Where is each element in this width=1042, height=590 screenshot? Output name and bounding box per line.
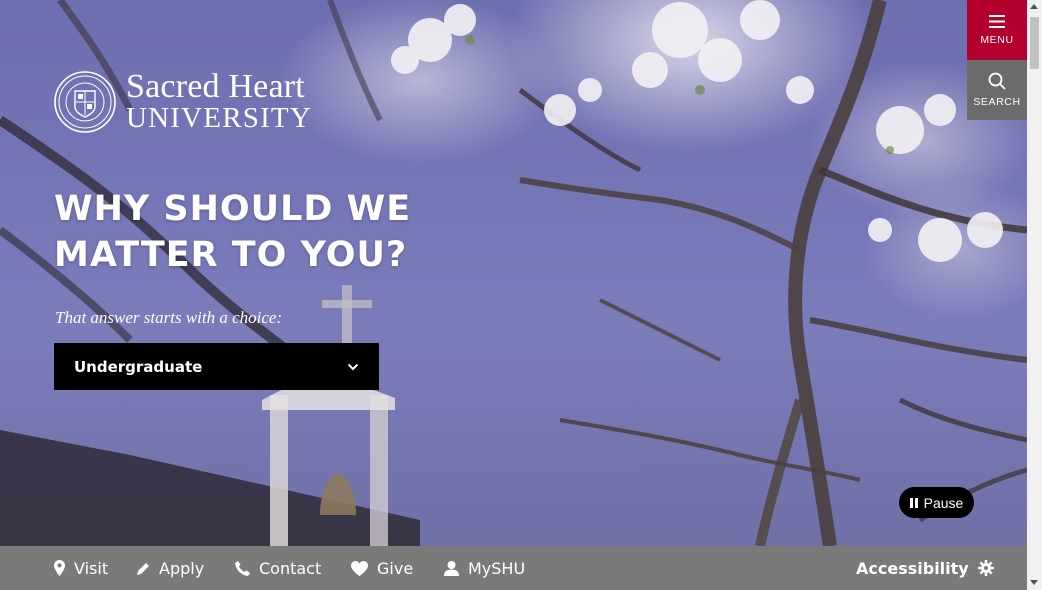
user-icon — [444, 560, 459, 576]
map-pin-icon — [54, 560, 65, 576]
scrollbar-thumb[interactable] — [1030, 17, 1039, 69]
headline-line-2: MATTER TO YOU? — [54, 235, 408, 275]
bottom-nav-label: Apply — [159, 558, 205, 578]
pause-icon — [909, 497, 918, 508]
page-scrollbar[interactable] — [1027, 0, 1042, 590]
program-type-selected-value: Undergraduate — [74, 357, 203, 376]
scroll-down-arrow-icon[interactable] — [1030, 580, 1038, 585]
phone-icon — [235, 560, 250, 576]
search-button[interactable]: SEARCH — [967, 60, 1027, 120]
menu-button[interactable]: MENU — [967, 0, 1027, 60]
university-seal-icon — [54, 70, 116, 133]
search-icon — [988, 72, 1006, 90]
pause-label: Pause — [923, 494, 964, 511]
gear-icon — [977, 560, 994, 576]
hamburger-icon — [989, 14, 1005, 28]
heart-icon — [351, 560, 368, 576]
accessibility-button[interactable]: Accessibility — [856, 546, 994, 590]
bottom-nav-give[interactable]: Give — [351, 546, 413, 590]
scroll-up-arrow-icon[interactable] — [1030, 4, 1038, 9]
bottom-nav-label: Give — [377, 558, 414, 578]
bottom-nav-myshu[interactable]: MySHU — [444, 546, 525, 590]
accessibility-label: Accessibility — [856, 558, 969, 578]
bottom-nav-label: MySHU — [468, 558, 526, 578]
university-logo[interactable]: Sacred Heart UNIVERSITY — [54, 70, 312, 133]
pause-video-button[interactable]: Pause — [899, 487, 974, 518]
bottom-nav-label: Contact — [259, 558, 322, 578]
bottom-nav-visit[interactable]: Visit — [54, 546, 108, 590]
chevron-down-icon — [347, 363, 359, 370]
logo-subtitle: UNIVERSITY — [126, 102, 312, 134]
search-label: SEARCH — [973, 96, 1021, 108]
bottom-nav-label: Visit — [74, 558, 109, 578]
bottom-nav-contact[interactable]: Contact — [235, 546, 321, 590]
bottom-nav-apply[interactable]: Apply — [137, 546, 204, 590]
menu-label: MENU — [980, 33, 1014, 46]
pencil-icon — [137, 562, 149, 575]
headline-line-1: WHY SHOULD WE — [54, 189, 412, 229]
hero-tagline: That answer starts with a choice: — [55, 308, 283, 327]
hero-headline: WHY SHOULD WE MATTER TO YOU? — [54, 186, 411, 278]
bottom-nav-bar: Visit Apply Contact Give MySHU Accessibi… — [0, 546, 1027, 590]
logo-title: Sacred Heart — [126, 68, 305, 105]
program-type-select[interactable]: Undergraduate — [54, 343, 379, 390]
